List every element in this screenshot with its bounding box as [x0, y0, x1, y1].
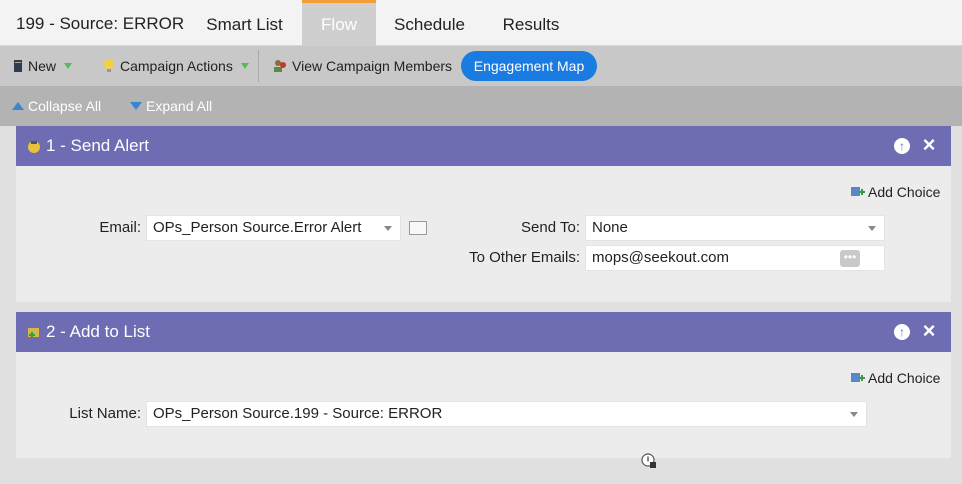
list-name-select[interactable]: OPs_Person Source.199 - Source: ERROR	[146, 401, 867, 427]
locked-info-icon	[641, 453, 656, 468]
toolbar-divider	[258, 50, 259, 82]
add-choice-label: Add Choice	[868, 184, 941, 200]
step-2-title: 2 - Add to List	[46, 322, 150, 341]
step-1-body: Add Choice Email: OPs_Person Source.Erro…	[16, 166, 951, 302]
engagement-map-button[interactable]: Engagement Map	[461, 51, 597, 81]
more-options-icon[interactable]: •••	[840, 250, 860, 267]
toolbar: New Campaign Actions View Campaign Membe…	[0, 46, 962, 86]
add-to-list-icon	[28, 328, 39, 338]
email-select[interactable]: OPs_Person Source.Error Alert	[146, 215, 401, 241]
list-name-label: List Name:	[69, 405, 141, 422]
chevron-down-icon	[868, 226, 876, 231]
page-title: 199 - Source: ERROR	[16, 14, 185, 33]
preview-email-icon[interactable]	[409, 221, 427, 235]
step-1-header[interactable]: 1 - Send Alert ↑ ×	[16, 126, 951, 166]
tab-schedule[interactable]: Schedule	[376, 0, 483, 46]
tab-results[interactable]: Results	[483, 0, 579, 46]
expand-all-button[interactable]: Expand All	[130, 86, 212, 126]
add-choice-label: Add Choice	[868, 370, 941, 386]
chevron-down-icon	[384, 226, 392, 231]
move-up-icon[interactable]: ↑	[894, 324, 910, 340]
add-choice-button[interactable]: Add Choice	[850, 370, 940, 386]
move-up-icon[interactable]: ↑	[894, 138, 910, 154]
sub-toolbar: Collapse All Expand All	[0, 86, 962, 126]
expand-all-label: Expand All	[146, 98, 213, 114]
add-choice-icon	[851, 187, 865, 196]
members-icon	[274, 60, 286, 72]
email-value: OPs_Person Source.Error Alert	[153, 219, 362, 236]
chevron-down-icon	[850, 412, 858, 417]
send-to-select[interactable]: None	[585, 215, 885, 241]
dropdown-arrow-icon	[240, 63, 249, 69]
tab-smart-list[interactable]: Smart List	[188, 0, 301, 46]
step-2-header[interactable]: 2 - Add to List ↑ ×	[16, 312, 951, 352]
list-name-value: OPs_Person Source.199 - Source: ERROR	[153, 405, 443, 422]
document-icon	[14, 60, 22, 72]
send-alert-icon	[28, 141, 40, 153]
lightbulb-icon	[104, 59, 114, 72]
tab-flow[interactable]: Flow	[302, 0, 376, 46]
close-icon[interactable]: ×	[920, 320, 938, 342]
send-to-label: Send To:	[521, 219, 580, 236]
collapse-all-button[interactable]: Collapse All	[12, 86, 101, 126]
tab-bar: 199 - Source: ERROR Smart List Flow Sche…	[0, 0, 962, 46]
other-emails-input[interactable]: mops@seekout.com •••	[585, 245, 885, 271]
new-menu-button[interactable]: New	[12, 46, 73, 86]
close-icon[interactable]: ×	[920, 134, 938, 156]
email-label: Email:	[99, 219, 141, 236]
expand-icon	[130, 102, 142, 110]
send-to-value: None	[592, 219, 628, 236]
campaign-actions-label: Campaign Actions	[120, 58, 233, 74]
dropdown-arrow-icon	[64, 63, 73, 69]
add-choice-button[interactable]: Add Choice	[850, 184, 940, 200]
add-choice-icon	[851, 373, 865, 382]
view-campaign-members-label: View Campaign Members	[292, 58, 453, 74]
view-campaign-members-button[interactable]: View Campaign Members	[272, 46, 452, 86]
step-2-body: Add Choice List Name: OPs_Person Source.…	[16, 352, 951, 458]
campaign-actions-button[interactable]: Campaign Actions	[102, 46, 249, 86]
other-emails-label: To Other Emails:	[469, 249, 580, 266]
collapse-icon	[12, 102, 24, 110]
collapse-all-label: Collapse All	[28, 98, 102, 114]
other-emails-value: mops@seekout.com	[592, 249, 729, 266]
step-1-title: 1 - Send Alert	[46, 136, 150, 155]
new-label: New	[28, 58, 57, 74]
